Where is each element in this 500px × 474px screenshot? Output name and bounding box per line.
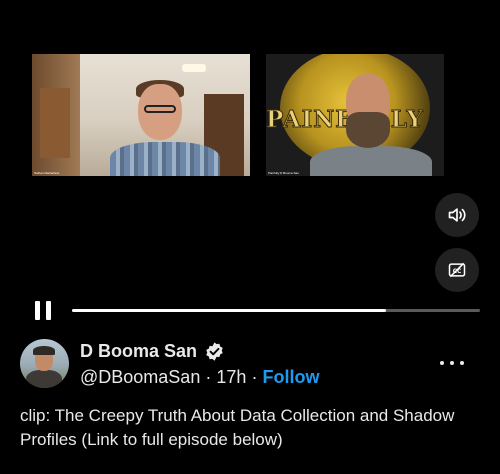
post-text: clip: The Creepy Truth About Data Collec… [20,406,455,449]
more-dot [450,361,454,365]
sound-button[interactable] [435,193,479,237]
more-dots-icon [440,361,444,365]
host-body [310,146,432,176]
follow-button[interactable]: Follow [262,367,319,387]
background-shelf [40,88,70,158]
video-player[interactable]: Nathan Macfarlane PAINFULLY Painfully D … [0,0,500,326]
avatar-body [26,370,62,388]
video-progress-bar[interactable] [72,309,480,312]
pause-icon [35,301,40,320]
video-tile-right: PAINFULLY Painfully D Booma San [266,54,444,176]
author-handle[interactable]: @DBoomaSan [80,367,200,387]
author-meta-row: @DBoomaSan · 17h · Follow [80,366,319,388]
avatar-cap [33,346,55,355]
more-options-button[interactable] [440,354,464,372]
meta-separator: · [205,367,212,387]
host-beard [346,112,390,148]
post-age[interactable]: 17h [216,367,246,387]
captions-button[interactable]: CC [435,248,479,292]
video-progress-fill [72,309,387,312]
meta-separator-2: · [251,367,258,387]
verified-badge-icon [206,342,223,361]
pause-button[interactable] [33,300,55,322]
captions-off-icon: CC [448,262,466,278]
author-display-name[interactable]: D Booma San [80,340,197,362]
guest-glasses [144,105,176,113]
video-tile-left: Nathan Macfarlane [32,54,250,176]
left-tile-caption: Nathan Macfarlane [34,171,60,175]
background-lamp [182,64,206,72]
guest-body [110,142,220,176]
speaker-icon [448,208,466,222]
avatar[interactable] [20,339,69,388]
pause-icon-bar [46,301,51,320]
right-tile-caption: Painfully D Booma San [268,171,299,175]
more-dot [460,361,464,365]
